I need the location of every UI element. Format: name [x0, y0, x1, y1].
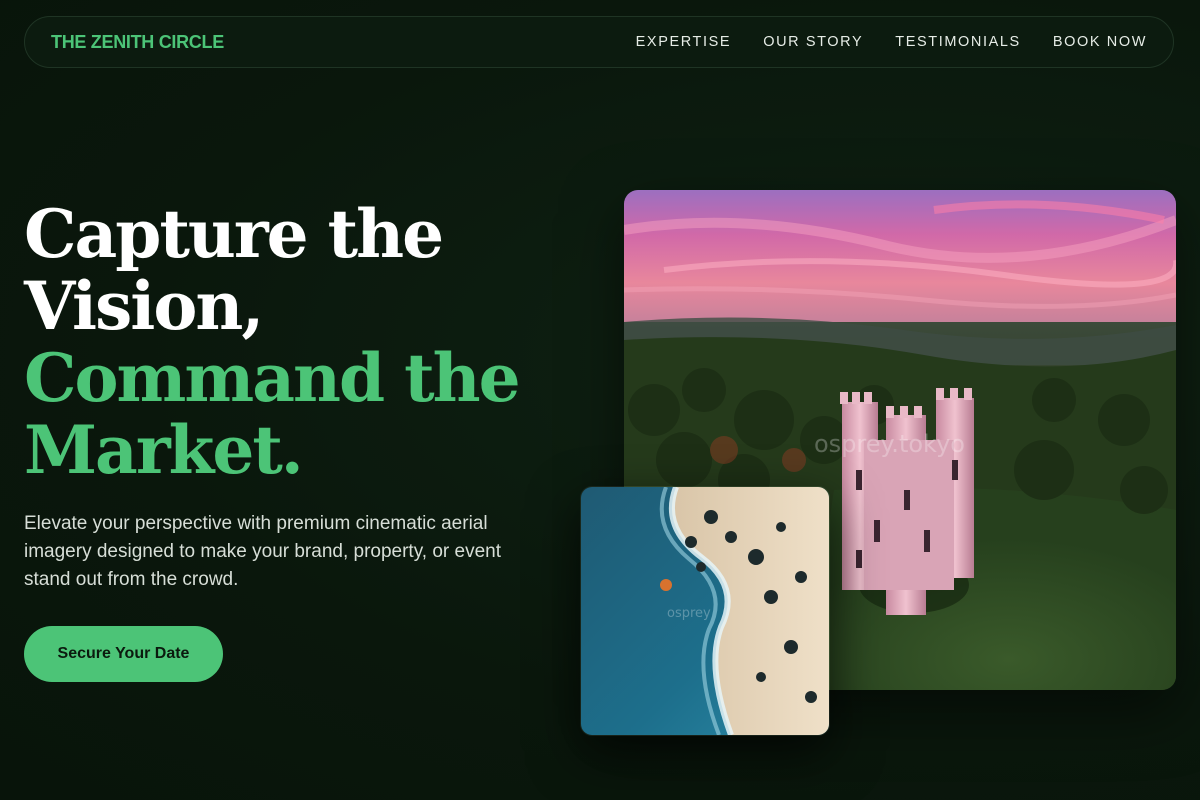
nav-link-book-now[interactable]: BOOK NOW — [1053, 34, 1147, 50]
castle-watermark: osprey.tokyo — [814, 430, 965, 458]
brand-logo[interactable]: THE ZENITH CIRCLE — [51, 32, 224, 53]
nav-link-our-story[interactable]: OUR STORY — [763, 34, 863, 50]
hero-title-line-3: Command the — [24, 339, 521, 417]
secure-your-date-button[interactable]: Secure Your Date — [24, 626, 223, 682]
coastline-aerial-image: osprey — [580, 486, 830, 736]
hero-title-line-1: Capture the — [24, 195, 444, 273]
top-navbar: THE ZENITH CIRCLE EXPERTISE OUR STORY TE… — [24, 16, 1174, 68]
hero-description: Elevate your perspective with premium ci… — [24, 513, 502, 590]
nav-links: EXPERTISE OUR STORY TESTIMONIALS BOOK NO… — [636, 34, 1147, 50]
hero-title-line-4: Market. — [24, 411, 304, 489]
hero-title-line-2: Vision, — [24, 267, 264, 345]
nav-link-testimonials[interactable]: TESTIMONIALS — [895, 34, 1021, 50]
page: THE ZENITH CIRCLE EXPERTISE OUR STORY TE… — [0, 0, 1200, 800]
coast-watermark: osprey — [667, 606, 711, 621]
hero-title: Capture the Vision, Command the Market. — [24, 195, 521, 489]
nav-link-expertise[interactable]: EXPERTISE — [636, 34, 732, 50]
